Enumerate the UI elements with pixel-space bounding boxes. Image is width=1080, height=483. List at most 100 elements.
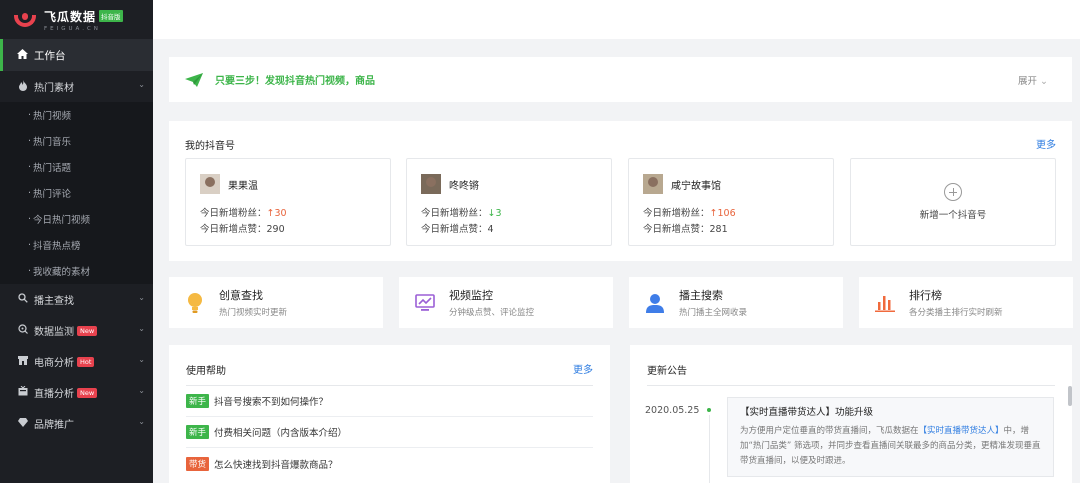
likes-row: 今日新增点赞：281 — [643, 224, 728, 235]
notice-item-title: 【实时直播带货达人】功能升级 — [740, 407, 874, 418]
sidebar: 飞瓜数据 抖音版 FEIGUA.CN 工作台 热门素材 ⌄ 热门视频 热门音乐 … — [0, 0, 153, 483]
newbie-badge: 新手 — [186, 394, 210, 408]
sidebar-item-ecommerce[interactable]: 电商分析 Hot ⌄ — [0, 346, 153, 377]
avatar — [643, 174, 663, 194]
sidebar-item-label: 热门素材 — [34, 83, 74, 94]
scrollbar[interactable] — [1068, 386, 1072, 406]
feature-title: 播主搜索 — [679, 289, 723, 302]
chevron-down-icon: ⌄ — [138, 417, 145, 426]
sub-item-hot-list[interactable]: 抖音热点榜 — [0, 232, 153, 258]
new-badge: New — [77, 325, 98, 336]
sidebar-item-live[interactable]: 直播分析 New ⌄ — [0, 377, 153, 408]
help-item[interactable]: 新手 抖音号搜索不到如何操作？ — [186, 386, 593, 417]
feature-creative-search[interactable]: 创意查找 热门视频实时更新 — [169, 277, 383, 328]
feature-video-monitor[interactable]: 视频监控 分钟级点赞、评论监控 — [399, 277, 613, 328]
search-icon — [17, 293, 29, 306]
my-accounts-card: 我的抖音号 更多 果果温 今日新增粉丝：↑30 今日新增点赞：290 咚咚锵 今… — [169, 121, 1072, 261]
commerce-badge: 带货 — [186, 456, 210, 471]
live-icon — [17, 385, 29, 399]
sidebar-item-label: 播主查找 — [34, 296, 74, 307]
divider — [647, 385, 1055, 386]
sub-menu: 热门视频 热门音乐 热门话题 热门评论 今日热门视频 抖音热点榜 我收藏的素材 — [0, 102, 153, 284]
avatar — [421, 174, 441, 194]
sidebar-item-label: 直播分析 — [34, 389, 74, 400]
feature-subtitle: 热门播主全网收录 — [679, 308, 748, 318]
help-item-text: 付费相关问题（内含版本介绍） — [214, 428, 348, 439]
sidebar-item-data-monitor[interactable]: 数据监测 New ⌄ — [0, 315, 153, 346]
bulb-icon — [185, 292, 205, 314]
add-account-label: 新增一个抖音号 — [919, 210, 987, 221]
chevron-down-icon: ⌄ — [1040, 76, 1048, 87]
plus-icon — [944, 183, 962, 201]
chevron-down-icon: ⌄ — [138, 355, 145, 364]
paper-plane-icon — [185, 72, 203, 87]
feigua-logo-icon — [14, 12, 36, 28]
timeline-line — [709, 415, 710, 483]
feature-subtitle: 分钟级点赞、评论监控 — [449, 308, 535, 318]
sub-item-hot-comment[interactable]: 热门评论 — [0, 180, 153, 206]
section-title: 使用帮助 — [186, 366, 226, 377]
add-account-button[interactable]: 新增一个抖音号 — [850, 158, 1056, 246]
fans-row: 今日新增粉丝：↑106 — [643, 208, 736, 219]
newbie-badge: 新手 — [186, 425, 210, 439]
sub-item-hot-video[interactable]: 热门视频 — [0, 102, 153, 128]
sidebar-item-creator-search[interactable]: 播主查找 ⌄ — [0, 284, 153, 315]
sub-item-today-hot-video[interactable]: 今日热门视频 — [0, 206, 153, 232]
sidebar-item-label: 电商分析 — [34, 358, 74, 369]
feature-subtitle: 热门视频实时更新 — [219, 308, 288, 318]
likes-row: 今日新增点赞：4 — [421, 224, 494, 235]
feature-title: 创意查找 — [219, 289, 263, 302]
logo-title: 飞瓜数据 — [44, 9, 97, 24]
timeline-dot — [707, 408, 711, 412]
expand-label: 展开 — [1017, 76, 1037, 87]
sidebar-item-hot-material[interactable]: 热门素材 ⌄ — [0, 71, 153, 102]
monitor-search-icon — [17, 324, 29, 337]
chevron-down-icon: ⌄ — [138, 293, 145, 302]
account-name: 咸宁故事馆 — [671, 180, 721, 192]
feature-subtitle: 各分类播主排行实时刷新 — [909, 308, 1003, 318]
help-item[interactable]: 带货 怎么快速找到抖音爆款商品？ — [186, 448, 593, 479]
account-card[interactable]: 咸宁故事馆 今日新增粉丝：↑106 今日新增点赞：281 — [628, 158, 834, 246]
sub-item-hot-music[interactable]: 热门音乐 — [0, 128, 153, 154]
home-icon — [17, 48, 28, 62]
account-name: 果果温 — [228, 180, 258, 192]
notice-item[interactable]: 【实时直播带货达人】功能升级 为方便用户定位垂直的带货直播间，飞瓜数据在【实时直… — [727, 397, 1054, 477]
account-card[interactable]: 咚咚锵 今日新增粉丝：↓3 今日新增点赞：4 — [406, 158, 612, 246]
more-link[interactable]: 更多 — [573, 361, 593, 376]
chevron-down-icon: ⌄ — [138, 386, 145, 395]
diamond-icon — [17, 417, 29, 430]
flame-icon — [17, 79, 29, 94]
account-name: 咚咚锵 — [449, 180, 479, 192]
feature-ranking[interactable]: 排行榜 各分类播主排行实时刷新 — [859, 277, 1073, 328]
feature-title: 排行榜 — [909, 289, 942, 302]
sub-item-hot-topic[interactable]: 热门话题 — [0, 154, 153, 180]
top-bar — [153, 0, 1080, 39]
sidebar-item-brand[interactable]: 品牌推广 ⌄ — [0, 408, 153, 439]
notice-date: 2020.05.25 — [645, 405, 700, 416]
likes-row: 今日新增点赞：290 — [200, 224, 285, 235]
monitor-icon — [415, 292, 435, 314]
expand-button[interactable]: 展开 ⌄ — [1018, 73, 1048, 87]
bar-chart-icon — [875, 292, 895, 314]
help-card: 使用帮助 更多 新手 抖音号搜索不到如何操作？ 新手 付费相关问题（内含版本介绍… — [169, 345, 610, 483]
sidebar-item-label: 工作台 — [34, 49, 66, 62]
chevron-down-icon: ⌄ — [138, 80, 145, 89]
account-card[interactable]: 果果温 今日新增粉丝：↑30 今日新增点赞：290 — [185, 158, 391, 246]
logo[interactable]: 飞瓜数据 抖音版 FEIGUA.CN — [0, 0, 153, 39]
more-link[interactable]: 更多 — [1036, 136, 1056, 151]
fans-row: 今日新增粉丝：↓3 — [421, 208, 502, 219]
notice-item-body: 为方便用户定位垂直的带货直播间，飞瓜数据在【实时直播带货达人】中，增加“热门品类… — [740, 426, 1041, 466]
section-title: 我的抖音号 — [185, 141, 235, 152]
fans-row: 今日新增粉丝：↑30 — [200, 208, 287, 219]
logo-subtitle: FEIGUA.CN — [44, 25, 101, 32]
feature-title: 视频监控 — [449, 289, 493, 302]
help-item-text: 怎么快速找到抖音爆款商品？ — [214, 459, 338, 471]
sidebar-item-label: 品牌推广 — [34, 420, 74, 431]
help-item[interactable]: 新手 付费相关问题（内含版本介绍） — [186, 417, 593, 448]
help-item-text: 抖音号搜索不到如何操作？ — [214, 397, 329, 408]
sidebar-item-label: 数据监测 — [34, 327, 74, 338]
sub-item-favorites[interactable]: 我收藏的素材 — [0, 258, 153, 284]
notice-link[interactable]: 【实时直播带货达人】 — [919, 426, 1004, 436]
sidebar-item-workbench[interactable]: 工作台 — [0, 39, 153, 71]
feature-creator-search[interactable]: 播主搜索 热门播主全网收录 — [629, 277, 843, 328]
